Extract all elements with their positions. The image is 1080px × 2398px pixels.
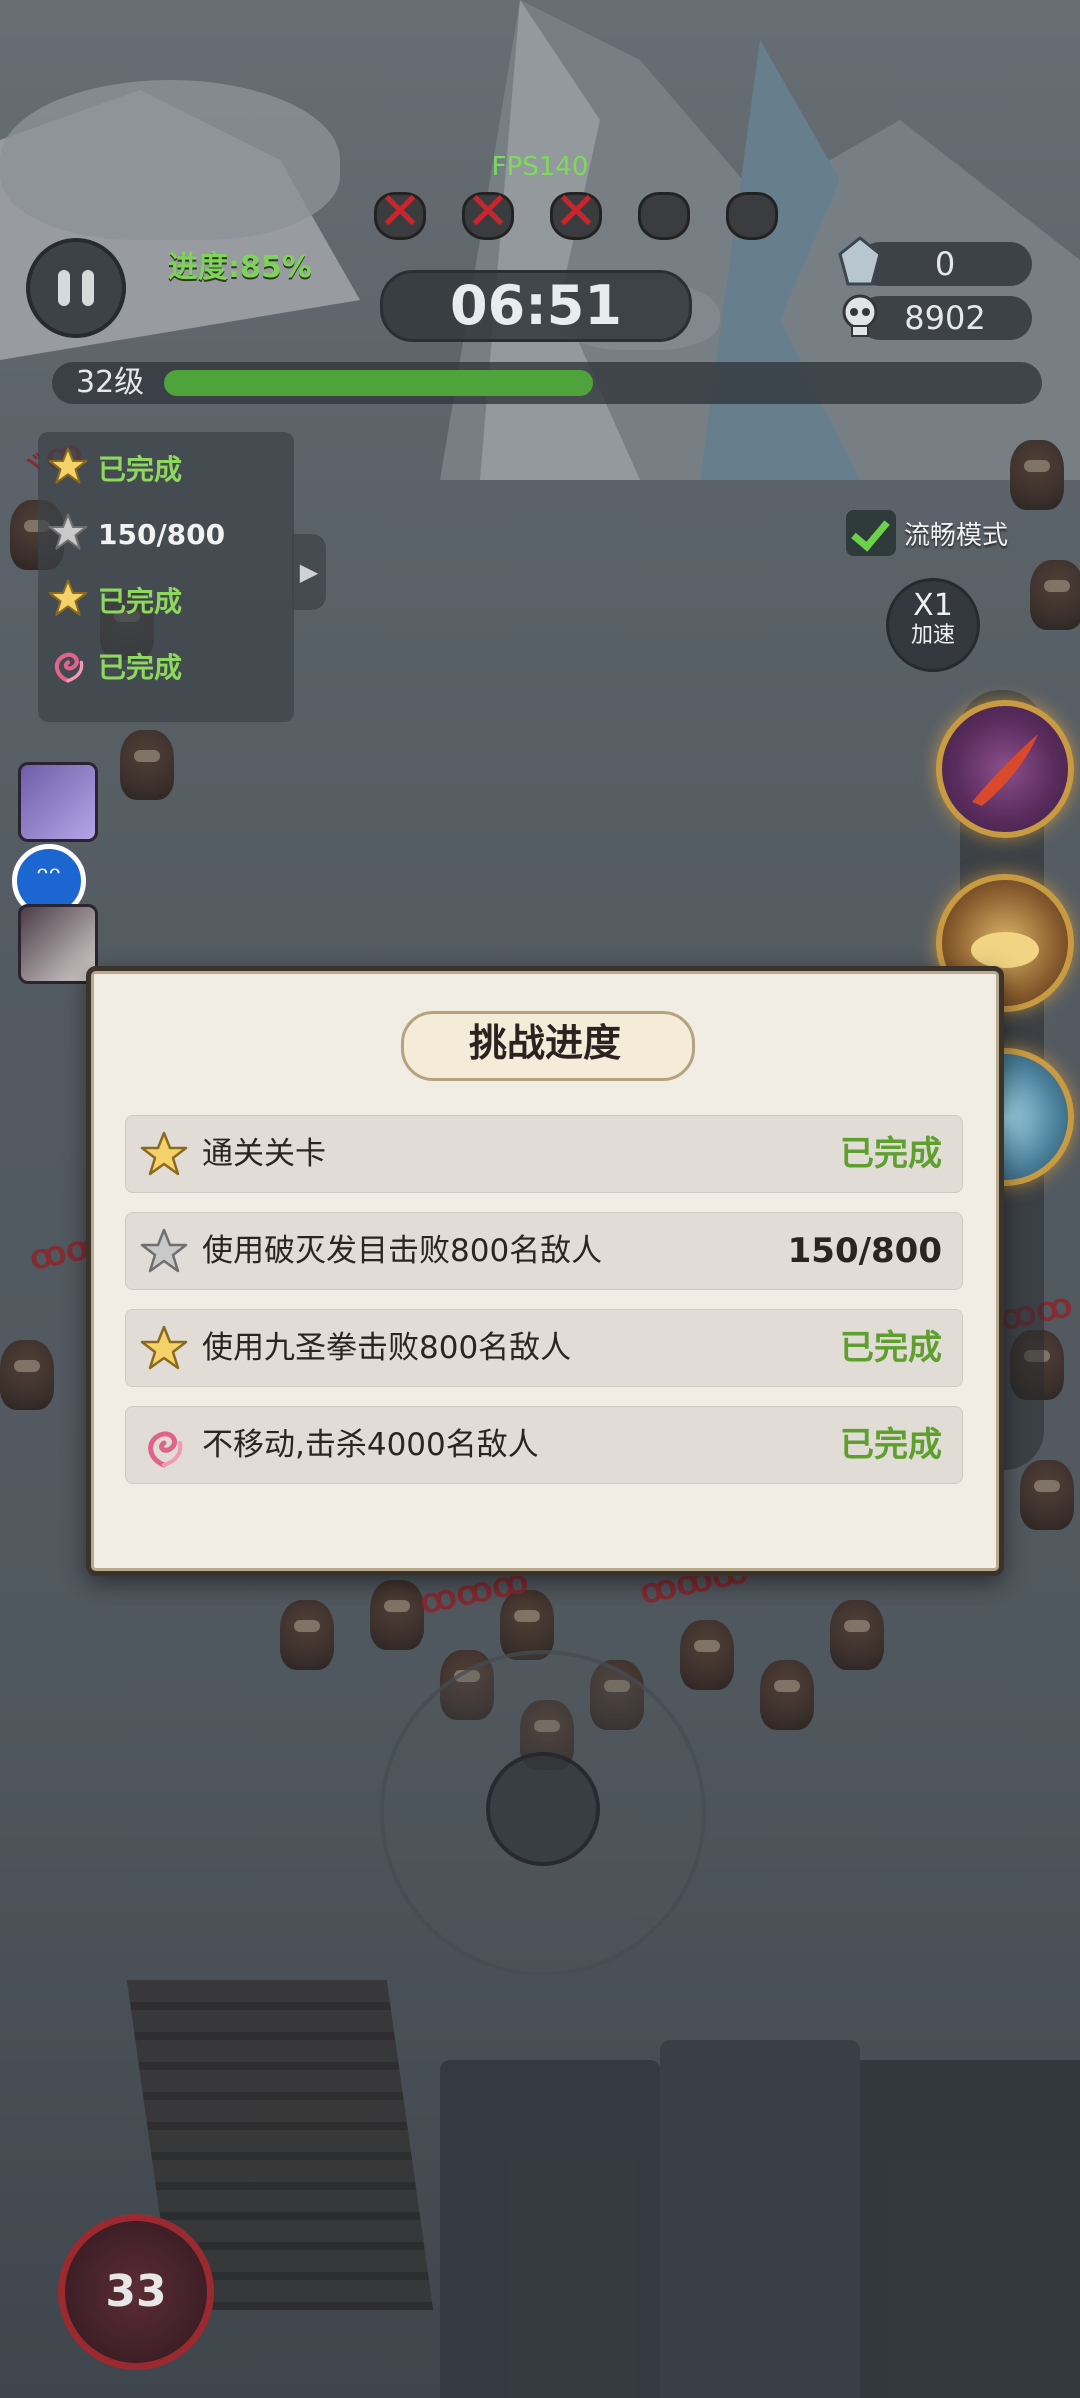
experience-bar: 32级 (52, 362, 1042, 404)
mini-quest-row: 已完成 (48, 578, 182, 622)
star-gray-icon (48, 512, 88, 556)
mini-quest-row: 已完成 (48, 446, 182, 490)
mini-quest-row: 150/800 (48, 512, 225, 556)
challenge-progress-dialog: 挑战进度 通关关卡 已完成 使用破灭发目击败800名敌人 150/800 使用九圣拳击败… (86, 966, 1004, 1576)
kill-counter: 8902 (842, 294, 1032, 340)
star-gold-icon (48, 446, 88, 490)
gem-counter: 0 (838, 236, 1032, 286)
smooth-mode-label: 流畅模式 (904, 520, 1009, 551)
boss-head-icon (638, 192, 690, 240)
kill-count: 8902 (904, 299, 986, 337)
challenge-task-row: 使用破灭发目击败800名敌人 150/800 (125, 1212, 963, 1290)
progress-percent: 进度:85% (168, 250, 312, 285)
defeated-x-icon: ✕ (466, 182, 510, 242)
defeated-x-icon: ✕ (378, 182, 422, 242)
game-screen: { "hud": { "fps": "FPS140", "progress": … (0, 0, 1080, 2398)
boss-slot (634, 188, 694, 244)
fps-counter: FPS140 (491, 152, 589, 182)
stage-timer: 06:51 (380, 270, 692, 342)
speed-button[interactable]: X1 加速 (886, 578, 980, 672)
crystal-icon (838, 236, 882, 286)
defeated-x-icon: ✕ (554, 182, 598, 242)
mini-quest-status: 已完成 (98, 651, 183, 684)
smooth-mode-toggle[interactable]: 流畅模式 (846, 510, 1008, 556)
task-name: 使用九圣拳击败800名敌人 (202, 1330, 572, 1366)
mini-quest-status: 已完成 (98, 585, 183, 618)
challenge-task-row: 通关关卡 已完成 (125, 1115, 963, 1193)
task-name: 通关关卡 (202, 1136, 326, 1172)
speed-value: X1 (913, 588, 953, 623)
boss-tracker: ✕ ✕ ✕ (370, 182, 782, 244)
gem-count: 0 (934, 245, 956, 283)
speed-label: 加速 (910, 623, 955, 648)
star-gold-icon (140, 1324, 188, 1372)
task-status: 150/800 (787, 1231, 942, 1271)
challenge-task-row: 不移动,击杀4000名敌人 已完成 (125, 1406, 963, 1484)
challenge-mini-panel[interactable]: 已完成 150/800 已完成 已完成 (38, 432, 294, 722)
dialog-title-banner: 挑战进度 (401, 1011, 695, 1081)
experience-fill (164, 370, 593, 396)
task-name: 不移动,击杀4000名敌人 (202, 1427, 539, 1463)
mini-quest-status: 150/800 (98, 517, 226, 551)
skill-orb-sword[interactable] (936, 700, 1074, 838)
star-gold-icon (140, 1130, 188, 1178)
boss-head-icon (726, 192, 778, 240)
task-status: 已完成 (840, 1134, 942, 1174)
checkmark-icon (846, 510, 896, 556)
boss-slot: ✕ (546, 182, 606, 244)
pause-button[interactable] (26, 238, 126, 338)
pause-bar (82, 270, 94, 306)
mini-quest-status: 已完成 (98, 453, 183, 486)
star-gray-icon (140, 1227, 188, 1275)
star-gold-icon (48, 578, 88, 622)
challenge-task-row: 使用九圣拳击败800名敌人 已完成 (125, 1309, 963, 1387)
boss-slot: ✕ (458, 182, 518, 244)
task-status: 已完成 (840, 1328, 942, 1368)
pause-bar (58, 270, 70, 306)
boss-slot: ✕ (370, 182, 430, 244)
virtual-joystick-knob[interactable] (486, 1752, 600, 1866)
collapse-panel-tab[interactable]: ▶ (292, 534, 326, 610)
dialog-title: 挑战进度 (468, 1021, 621, 1065)
task-name: 使用破灭发目击败800名敌人 (202, 1233, 603, 1269)
player-level-label: 32级 (76, 365, 145, 400)
sword-icon (972, 734, 1038, 806)
mini-quest-row: 已完成 (48, 644, 182, 688)
companion-avatar[interactable] (18, 762, 98, 842)
spiral-icon (48, 644, 88, 688)
task-status: 已完成 (840, 1425, 942, 1465)
spiral-icon (140, 1421, 188, 1469)
boss-slot (722, 188, 782, 244)
player-level-badge[interactable]: 33 (58, 2214, 214, 2370)
skull-icon (842, 294, 878, 337)
